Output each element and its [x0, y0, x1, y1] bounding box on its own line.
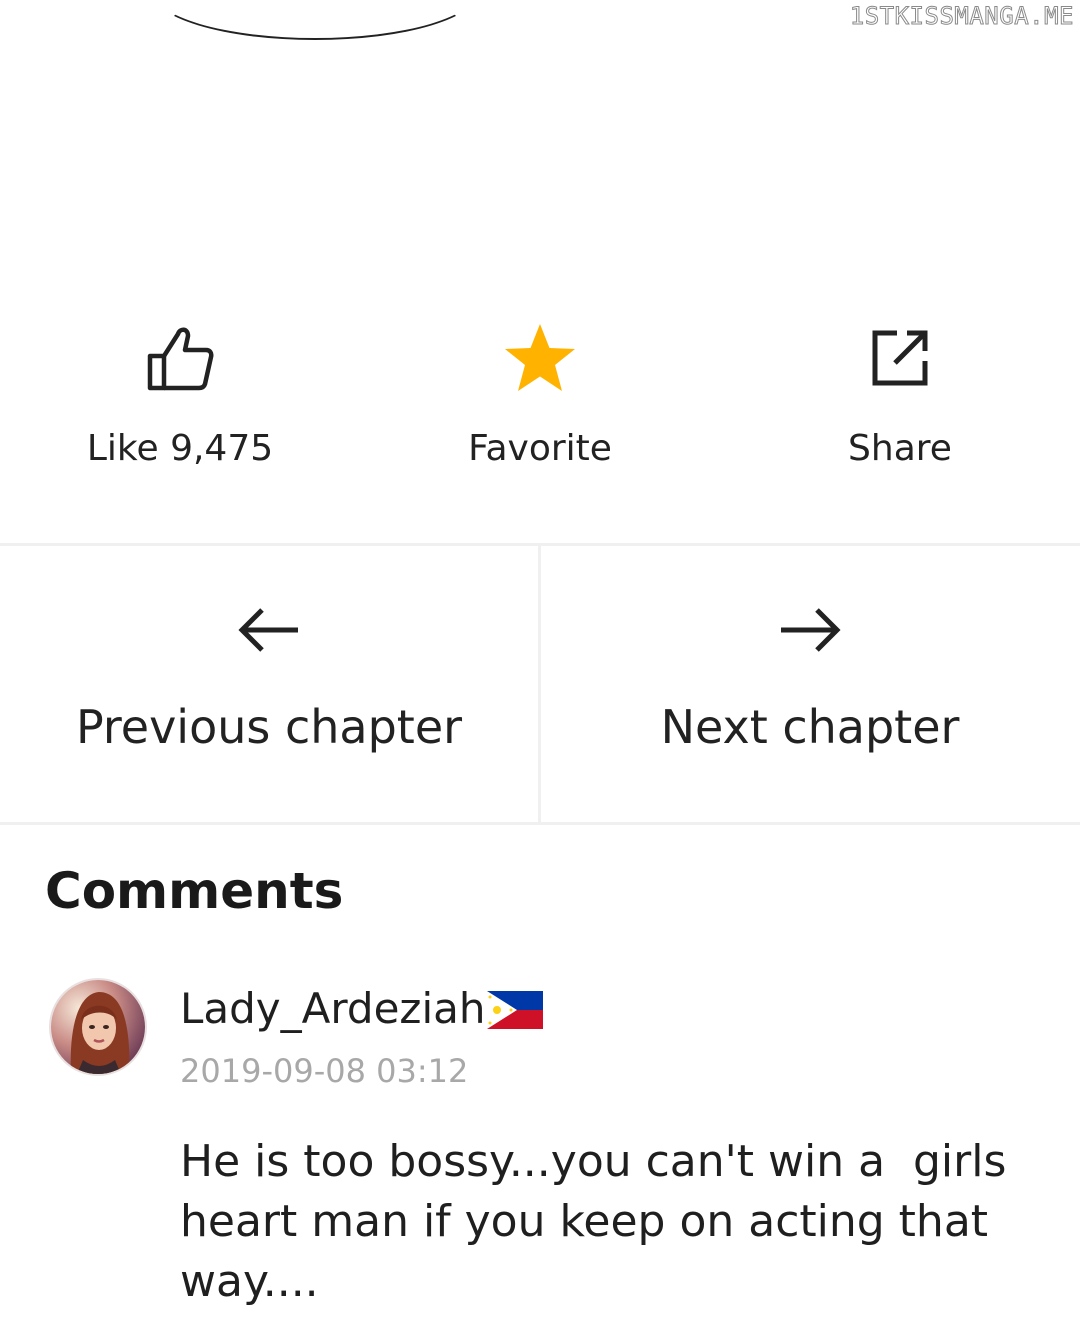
share-label: Share [848, 428, 952, 469]
manga-panel-arc [150, 0, 480, 40]
like-count-label: Like 9,475 [86, 428, 274, 469]
action-bar: Like 9,475 Favorite Share [0, 318, 1080, 498]
next-chapter-label: Next chapter [660, 700, 960, 754]
favorite-label: Favorite [468, 428, 612, 469]
thumbs-up-icon [140, 318, 220, 398]
username-text: Lady_Ardeziah [180, 984, 486, 1033]
previous-chapter-label: Previous chapter [75, 700, 463, 754]
star-icon [500, 318, 580, 398]
share-button[interactable]: Share [720, 318, 1080, 498]
arrow-right-icon [775, 600, 845, 660]
philippines-flag-icon [487, 990, 544, 1029]
favorite-button[interactable]: Favorite [360, 318, 720, 498]
comment-body: He is too bossy...you can't win a girls … [180, 1136, 1021, 1307]
like-button[interactable]: Like 9,475 [0, 318, 360, 498]
previous-chapter-button[interactable]: Previous chapter [0, 548, 538, 822]
site-watermark: 1STKISSMANGA.ME [849, 2, 1074, 31]
next-chapter-button[interactable]: Next chapter [541, 548, 1079, 822]
comments-heading: Comments [45, 862, 344, 920]
comment-username[interactable]: Lady_Ardeziah [180, 984, 544, 1033]
arrow-left-icon [234, 600, 304, 660]
external-share-icon [860, 318, 940, 398]
avatar[interactable] [49, 978, 147, 1076]
divider [0, 822, 1080, 825]
comment-timestamp: 2019-09-08 03:12 [180, 1052, 469, 1090]
